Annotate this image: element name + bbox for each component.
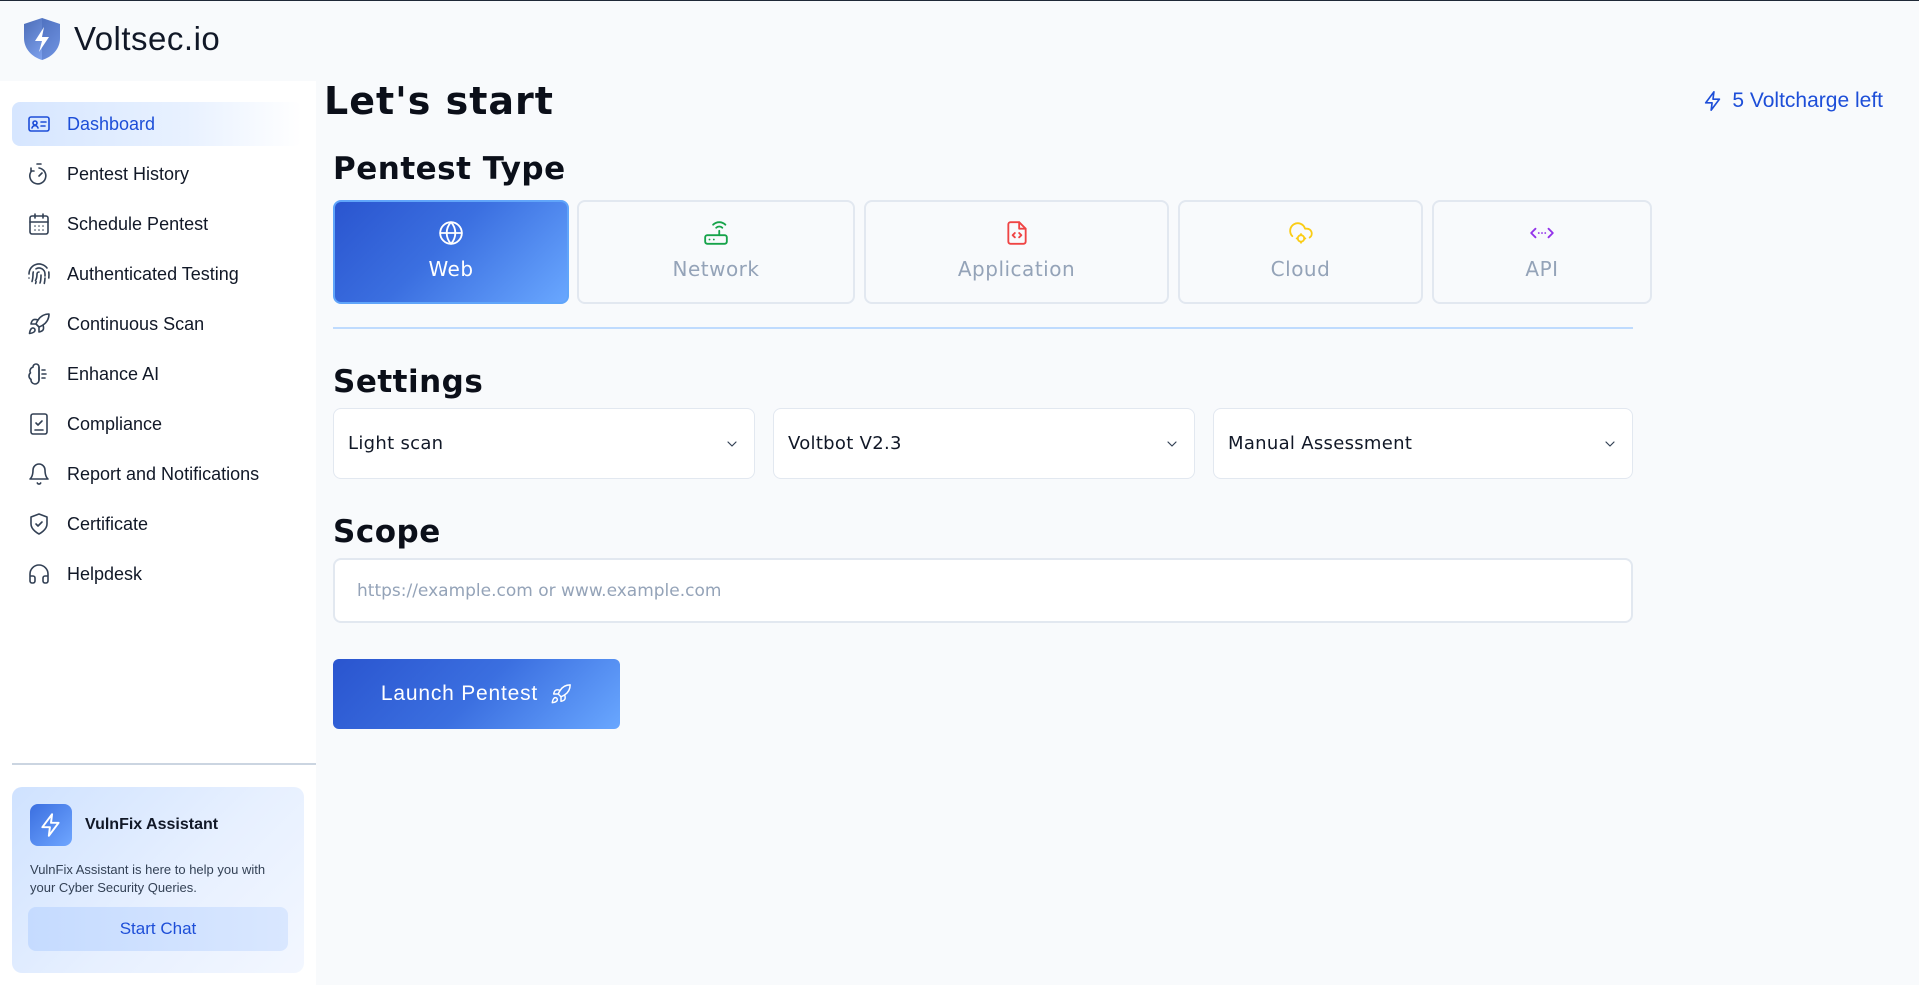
sidebar-item-authenticated-testing[interactable]: Authenticated Testing: [12, 252, 302, 296]
scope-heading: Scope: [333, 514, 441, 550]
shield-bolt-icon: [24, 18, 60, 60]
sidebar-item-helpdesk[interactable]: Helpdesk: [12, 552, 302, 596]
start-chat-button[interactable]: Start Chat: [28, 907, 288, 951]
bolt-icon: [1705, 91, 1721, 111]
fingerprint-icon: [26, 261, 52, 287]
pentest-type-web[interactable]: Web: [333, 200, 569, 304]
page-title: Let's start: [324, 79, 554, 123]
chevron-down-icon: [1602, 436, 1618, 452]
brand-name: Voltsec.io: [74, 20, 221, 57]
cloud-cog-icon: [1287, 219, 1315, 247]
pentest-type-label: API: [1525, 257, 1559, 281]
sidebar-item-label: Authenticated Testing: [67, 263, 239, 284]
file-code-icon: [1003, 219, 1031, 247]
router-icon: [702, 219, 730, 247]
brand[interactable]: Voltsec.io: [20, 16, 220, 62]
settings-heading: Settings: [333, 364, 484, 400]
sidebar-item-label: Certificate: [67, 513, 149, 534]
assistant-title: VulnFix Assistant: [85, 816, 219, 833]
sidebar-item-pentest-history[interactable]: Pentest History: [12, 152, 302, 196]
assistant-card: VulnFix Assistant VulnFix Assistant is h…: [12, 787, 304, 973]
pentest-type-label: Web: [428, 257, 474, 281]
scan-type-value: Light scan: [348, 433, 444, 454]
assistant-description: VulnFix Assistant is here to help you wi…: [30, 862, 266, 895]
pentest-type-network[interactable]: Network: [577, 200, 855, 304]
bell-icon: [26, 461, 52, 487]
bolt-icon: [30, 804, 72, 846]
sidebar-divider: [12, 763, 316, 765]
pentest-type-label: Network: [672, 257, 760, 281]
sidebar-item-schedule-pentest[interactable]: Schedule Pentest: [12, 202, 302, 246]
pentest-type-api[interactable]: API: [1432, 200, 1652, 304]
calendar-icon: [26, 211, 52, 237]
sidebar-item-compliance[interactable]: Compliance: [12, 402, 302, 446]
brain-icon: [26, 361, 52, 387]
sidebar-item-continuous-scan[interactable]: Continuous Scan: [12, 302, 302, 346]
shield-check-icon: [26, 511, 52, 537]
chevron-down-icon: [1164, 436, 1180, 452]
headset-icon: [26, 561, 52, 587]
sidebar: Dashboard Pentest History Schedule Pente…: [0, 81, 316, 985]
voltcharge-indicator[interactable]: 5 Voltcharge left: [1702, 89, 1883, 113]
bot-version-value: Voltbot V2.3: [788, 433, 902, 454]
voltcharge-label: 5 Voltcharge left: [1732, 89, 1883, 112]
timer-icon: [26, 161, 52, 187]
scope-input[interactable]: [333, 558, 1633, 623]
sidebar-item-label: Dashboard: [67, 113, 156, 134]
rocket-icon: [26, 311, 52, 337]
sidebar-item-label: Enhance AI: [67, 363, 160, 384]
bot-version-select[interactable]: Voltbot V2.3: [773, 408, 1195, 479]
pentest-type-cloud[interactable]: Cloud: [1178, 200, 1423, 304]
rocket-icon: [551, 684, 571, 704]
pentest-type-label: Cloud: [1270, 257, 1331, 281]
pentest-type-application[interactable]: Application: [864, 200, 1169, 304]
sidebar-item-label: Helpdesk: [67, 563, 143, 584]
launch-pentest-label: Launch Pentest: [380, 682, 539, 705]
sidebar-item-report-and-notifications[interactable]: Report and Notifications: [12, 452, 302, 496]
section-divider: [333, 327, 1633, 329]
assessment-select[interactable]: Manual Assessment: [1213, 408, 1633, 479]
sidebar-item-label: Report and Notifications: [67, 463, 260, 484]
sidebar-item-label: Schedule Pentest: [67, 213, 209, 234]
launch-pentest-button[interactable]: Launch Pentest: [333, 659, 620, 729]
scan-type-select[interactable]: Light scan: [333, 408, 755, 479]
chevron-down-icon: [724, 436, 740, 452]
sidebar-item-label: Compliance: [67, 413, 163, 434]
sidebar-item-enhance-ai[interactable]: Enhance AI: [12, 352, 302, 396]
checklist-icon: [26, 411, 52, 437]
sidebar-item-dashboard[interactable]: Dashboard: [12, 102, 302, 146]
globe-icon: [437, 219, 465, 247]
id-card-icon: [26, 111, 52, 137]
pentest-type-heading: Pentest Type: [333, 151, 566, 187]
sidebar-item-certificate[interactable]: Certificate: [12, 502, 302, 546]
sidebar-item-label: Pentest History: [67, 163, 190, 184]
sidebar-nav: Dashboard Pentest History Schedule Pente…: [12, 102, 302, 602]
assessment-value: Manual Assessment: [1228, 433, 1413, 454]
code-arrows-icon: [1528, 219, 1556, 247]
sidebar-item-label: Continuous Scan: [67, 313, 205, 334]
pentest-type-label: Application: [957, 257, 1076, 281]
